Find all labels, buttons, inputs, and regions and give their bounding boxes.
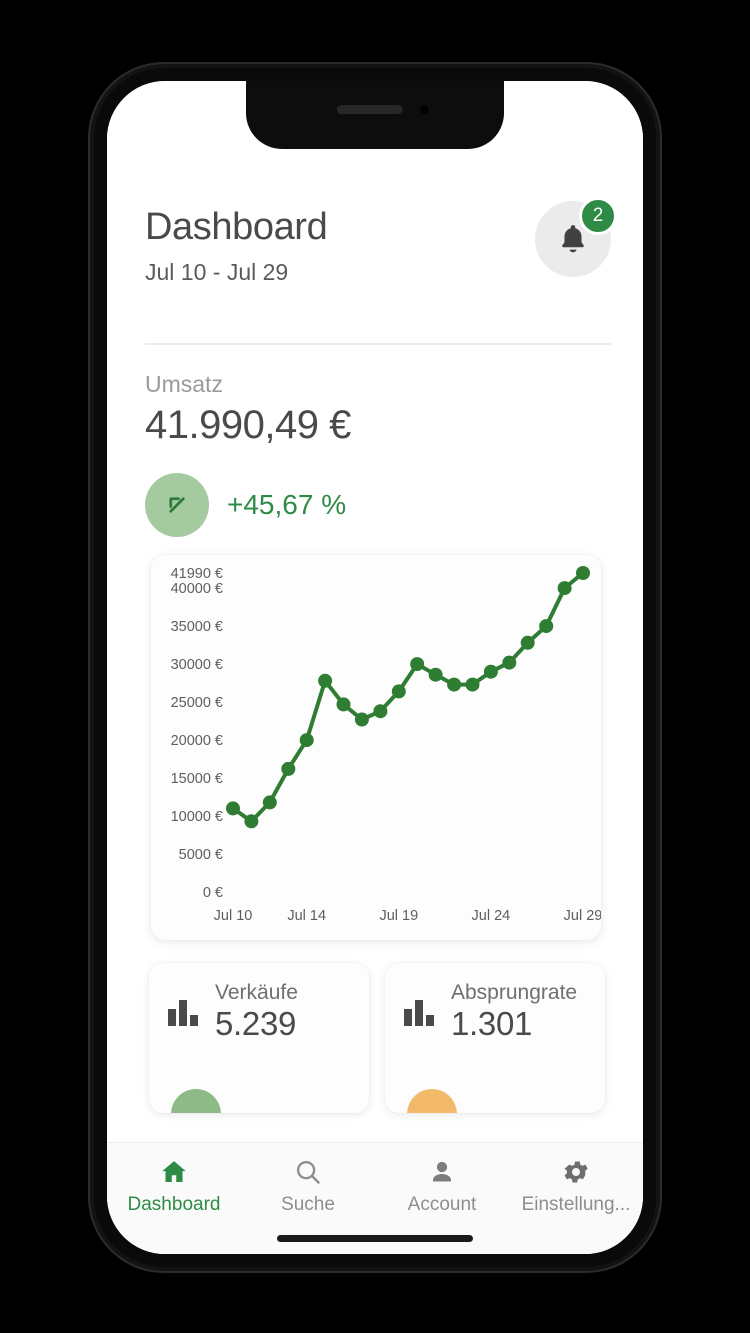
chart-y-tick: 10000 € (171, 809, 223, 825)
chart-data-point[interactable] (502, 655, 517, 670)
arrow-up-left-icon (145, 473, 209, 537)
phone-notch (246, 81, 504, 149)
revenue-line-chart: 41990 €40000 € 35000 € 30000 € 25000 € 20000… (171, 566, 601, 924)
phone-frame: Dashboard Jul 10 - Jul 29 2 Umsatz 41.99… (88, 62, 662, 1273)
stat-card-value: 5.239 (215, 1005, 297, 1043)
stat-card-top: Absprungrate 1.301 (403, 981, 589, 1044)
header-title-block: Dashboard Jul 10 - Jul 29 (145, 201, 328, 286)
home-indicator (277, 1235, 473, 1242)
chart-data-point[interactable] (520, 635, 535, 650)
chart-data-point[interactable] (336, 697, 351, 712)
chart-data-point[interactable] (428, 667, 443, 682)
stat-card-value: 1.301 (451, 1005, 533, 1043)
earpiece-speaker (336, 105, 403, 114)
chart-data-point[interactable] (262, 795, 277, 810)
chart-data-point[interactable] (539, 619, 554, 634)
revenue-chart-card[interactable]: 41990 €40000 € 35000 € 30000 € 25000 € 20000… (151, 555, 601, 940)
chart-line-series (231, 571, 585, 824)
stat-card-indicator (407, 1089, 457, 1113)
bar-chart-icon (404, 999, 434, 1026)
search-icon (296, 1160, 320, 1184)
date-range-label: Jul 10 - Jul 29 (145, 258, 289, 285)
chart-y-tick: 0 € (203, 885, 223, 901)
nav-item-dashboard[interactable]: Dashboard (107, 1157, 241, 1216)
bar-chart-icon (168, 999, 198, 1026)
nav-label-settings: Einstellung... (521, 1194, 631, 1215)
chart-data-point[interactable] (354, 712, 369, 727)
stat-card-indicator (171, 1089, 221, 1113)
nav-item-settings[interactable]: Einstellung... (509, 1157, 643, 1216)
chart-data-point[interactable] (557, 581, 572, 596)
stat-card-sales[interactable]: Verkäufe 5.239 (149, 963, 369, 1113)
screenshot-stage: Dashboard Jul 10 - Jul 29 2 Umsatz 41.99… (0, 0, 750, 1333)
chart-data-point[interactable] (244, 814, 259, 829)
chart-data-point[interactable] (410, 657, 425, 672)
chart-y-tick: 25000 € (171, 695, 223, 711)
revenue-value: 41.990,49 € (145, 403, 351, 447)
chart-y-tick: 35000 € (171, 619, 223, 635)
stat-card-label: Verkäufe (215, 981, 298, 1004)
chart-x-tick: Jul 19 (379, 908, 418, 924)
stat-card-text: Verkäufe 5.239 (215, 981, 298, 1044)
chart-x-tick: Jul 10 (214, 908, 253, 924)
chart-y-tick: 15000 € (171, 771, 223, 787)
page-title: Dashboard (145, 206, 328, 248)
nav-item-search[interactable]: Suche (241, 1157, 375, 1216)
notification-button[interactable]: 2 (535, 197, 617, 277)
revenue-delta-value: +45,67 % (227, 489, 347, 520)
stat-card-label: Absprungrate (451, 981, 578, 1004)
chart-data-point[interactable] (447, 677, 462, 692)
nav-label-dashboard: Dashboard (127, 1194, 221, 1215)
header-divider (145, 343, 611, 345)
chart-x-tick: Jul 14 (287, 908, 326, 924)
chart-y-tick: 41990 € (171, 566, 223, 582)
revenue-label: Umsatz (145, 371, 223, 397)
chart-y-tick: 5000 € (179, 847, 223, 863)
chart-y-tick: 30000 € (171, 657, 223, 673)
chart-data-point[interactable] (281, 761, 296, 776)
chart-data-point[interactable] (465, 677, 480, 692)
chart-data-point[interactable] (226, 801, 240, 816)
stat-card-bounce-rate[interactable]: Absprungrate 1.301 (385, 963, 605, 1113)
nav-label-account: Account (407, 1194, 477, 1215)
home-icon (162, 1161, 186, 1182)
chart-x-tick: Jul 24 (472, 908, 511, 924)
front-camera (419, 104, 430, 115)
chart-data-point[interactable] (391, 684, 406, 699)
nav-item-account[interactable]: Account (375, 1157, 509, 1216)
revenue-delta: +45,67 % (145, 473, 346, 537)
nav-label-search: Suche (281, 1194, 335, 1215)
stat-card-top: Verkäufe 5.239 (167, 981, 353, 1044)
app-content: Dashboard Jul 10 - Jul 29 2 Umsatz 41.99… (107, 81, 643, 1254)
person-icon (433, 1161, 451, 1182)
chart-y-tick: 20000 € (171, 733, 223, 749)
chart-data-point[interactable] (373, 704, 388, 719)
notification-badge: 2 (579, 197, 617, 235)
chart-data-point[interactable] (318, 673, 333, 688)
gear-icon (564, 1161, 588, 1183)
app-header: Dashboard Jul 10 - Jul 29 2 (145, 197, 617, 286)
chart-data-point[interactable] (483, 664, 498, 679)
stat-card-row: Verkäufe 5.239 Absprungrate 1.301 (149, 963, 605, 1113)
chart-x-tick: Jul 29 (564, 908, 601, 924)
chart-data-point[interactable] (576, 566, 590, 580)
stat-card-text: Absprungrate 1.301 (451, 981, 577, 1044)
phone-screen: Dashboard Jul 10 - Jul 29 2 Umsatz 41.99… (107, 81, 643, 1254)
chart-y-tick: 40000 € (171, 581, 223, 597)
chart-data-point[interactable] (299, 733, 314, 748)
